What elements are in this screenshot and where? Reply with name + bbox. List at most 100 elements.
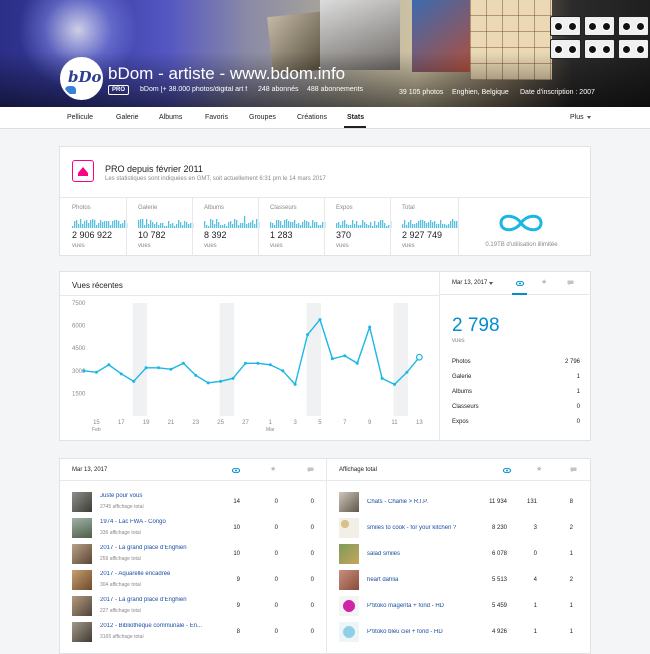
stat-total[interactable]: Total 2 927 749 vues — [390, 197, 458, 257]
star-icon[interactable]: ★ — [541, 279, 547, 287]
table-row[interactable]: 2017 - Aquarelle encadrée 304 affichage … — [60, 567, 326, 593]
photo-thumbnail[interactable] — [72, 492, 92, 512]
table-row[interactable]: 2017 - La grand place d'Enghien 259 affi… — [60, 541, 326, 567]
spark-bar — [74, 221, 76, 228]
table-row[interactable]: salad smiles 6 078 0 1 — [327, 541, 593, 567]
x-tick-label: 21 — [168, 420, 175, 426]
table-row[interactable]: P'titoko bleu ciel + fond - HD 4 926 1 1 — [327, 619, 593, 645]
profile-description[interactable]: bDom [+ 38.000 photos/digital art f... — [140, 86, 248, 93]
x-tick-label: 27 — [242, 420, 249, 426]
x-tick-label: 1 — [269, 420, 273, 426]
photo-title[interactable]: 2017 - La grand place d'Enghien — [100, 597, 210, 603]
stat-photos[interactable]: Photos 2 906 922 vues — [60, 197, 128, 257]
spark-bar — [248, 223, 250, 228]
x-month-label: Feb — [92, 427, 101, 433]
recent-views-chart[interactable]: 1500300045006000750015Feb17 19 21 23 25 27 1Ma… — [60, 296, 439, 442]
followers-link[interactable]: 248 abonnés — [258, 86, 298, 93]
tab-pellicule[interactable]: Pellicule — [67, 114, 93, 121]
photo-title[interactable]: 2012 - Bibliothèque communale - En... — [100, 623, 210, 629]
stat-albums[interactable]: Albums 8 392 vues — [192, 197, 260, 257]
photo-title[interactable]: 2017 - La grand place d'Enghien — [100, 545, 210, 551]
chart-side-header: Mar 13, 2017 ★ — [439, 272, 591, 295]
table-row[interactable]: heart dahlia 5 513 4 2 — [327, 567, 593, 593]
photo-title[interactable]: Chats - Charlie > R.I.P. — [367, 499, 477, 505]
star-icon[interactable]: ★ — [270, 466, 276, 474]
photo-total-views: 227 affichage total — [100, 608, 141, 614]
photo-thumbnail[interactable] — [72, 570, 92, 590]
tab-creations[interactable]: Créations — [297, 114, 327, 121]
photo-title[interactable]: P'titoko magenta + fond - HD — [367, 603, 477, 609]
spark-bar — [86, 220, 88, 228]
comment-icon[interactable] — [567, 280, 574, 286]
right-table-header[interactable]: Affichage total — [339, 467, 377, 473]
photo-thumbnail[interactable] — [72, 622, 92, 642]
photo-thumbnail[interactable] — [72, 596, 92, 616]
data-point — [243, 361, 247, 365]
left-table-date[interactable]: Mar 13, 2017 — [72, 467, 107, 473]
spark-bar — [236, 220, 238, 228]
table-row[interactable]: 1974 - Lac FWA - Congo 336 affichage tot… — [60, 515, 326, 541]
comment-icon[interactable] — [307, 467, 314, 473]
tab-albums[interactable]: Albums — [159, 114, 182, 121]
data-point — [330, 357, 334, 361]
stat-label: Photos — [72, 205, 91, 211]
photo-thumbnail[interactable] — [72, 544, 92, 564]
photo-title[interactable]: smiles to cook - for your kitchen ? — [367, 525, 477, 531]
eye-icon[interactable] — [503, 468, 511, 473]
sparkline — [336, 220, 392, 228]
spark-bar — [104, 221, 106, 228]
spark-bar — [80, 219, 82, 228]
x-tick-label: 11 — [391, 420, 398, 426]
profile-subnav: Pellicule Galerie Albums Favoris Groupes… — [0, 107, 650, 129]
table-row[interactable]: Chats - Charlie > R.I.P. 11 934 131 8 — [327, 489, 593, 515]
spark-bar — [164, 226, 166, 228]
photo-thumbnail[interactable] — [339, 518, 359, 538]
date-picker[interactable]: Mar 13, 2017 — [452, 280, 487, 286]
spark-bar — [304, 220, 306, 228]
faves-cell: 0 — [533, 551, 537, 557]
photo-thumbnail[interactable] — [339, 544, 359, 564]
photo-title[interactable]: 2017 - Aquarelle encadrée — [100, 571, 210, 577]
following-link[interactable]: 488 abonnements — [307, 86, 363, 93]
photo-thumbnail[interactable] — [339, 570, 359, 590]
stat-galerie[interactable]: Galerie 10 782 vues — [126, 197, 194, 257]
stat-label: Albums — [204, 205, 225, 211]
table-row[interactable]: Juste pour vous 2745 affichage total 14 … — [60, 489, 326, 515]
stat-classeurs[interactable]: Classeurs 1 283 vues — [258, 197, 326, 257]
spark-bar — [146, 219, 148, 228]
tab-stats[interactable]: Stats — [347, 114, 364, 121]
photo-thumbnail[interactable] — [339, 596, 359, 616]
tab-galerie[interactable]: Galerie — [116, 114, 139, 121]
butterfly-icon — [65, 86, 76, 94]
table-row[interactable]: 2017 - La grand place d'Enghien 227 affi… — [60, 593, 326, 619]
spark-bar — [448, 224, 450, 228]
photo-thumbnail[interactable] — [339, 622, 359, 642]
eye-icon[interactable] — [232, 468, 240, 473]
stat-expos[interactable]: Expos 370 vues — [324, 197, 392, 257]
table-row[interactable]: 2012 - Bibliothèque communale - En... 31… — [60, 619, 326, 645]
spark-bar — [280, 221, 282, 228]
photo-title[interactable]: heart dahlia — [367, 577, 477, 583]
photo-title[interactable]: 1974 - Lac FWA - Congo — [100, 519, 210, 525]
avatar[interactable]: bDom — [60, 57, 103, 100]
views-cell: 11 934 — [489, 499, 507, 505]
star-icon[interactable]: ★ — [536, 466, 542, 474]
comments-cell: 0 — [310, 629, 314, 635]
photo-title[interactable]: Juste pour vous — [100, 493, 210, 499]
table-row[interactable]: P'titoko magenta + fond - HD 5 459 1 1 — [327, 593, 593, 619]
comment-icon[interactable] — [570, 467, 577, 473]
tab-favoris[interactable]: Favoris — [205, 114, 228, 121]
spark-bar — [184, 221, 186, 228]
table-row[interactable]: smiles to cook - for your kitchen ? 8 23… — [327, 515, 593, 541]
eye-icon[interactable] — [516, 281, 524, 286]
photo-title[interactable]: P'titoko bleu ciel + fond - HD — [367, 629, 477, 635]
spark-bar — [386, 226, 388, 228]
stat-label: Classeurs — [270, 205, 297, 211]
tab-groupes[interactable]: Groupes — [249, 114, 276, 121]
photo-title[interactable]: salad smiles — [367, 551, 477, 557]
more-menu-button[interactable]: Plus — [570, 114, 584, 121]
photo-thumbnail[interactable] — [339, 492, 359, 512]
stat-value: 10 782 — [138, 230, 166, 240]
spark-bar — [84, 221, 86, 228]
photo-thumbnail[interactable] — [72, 518, 92, 538]
